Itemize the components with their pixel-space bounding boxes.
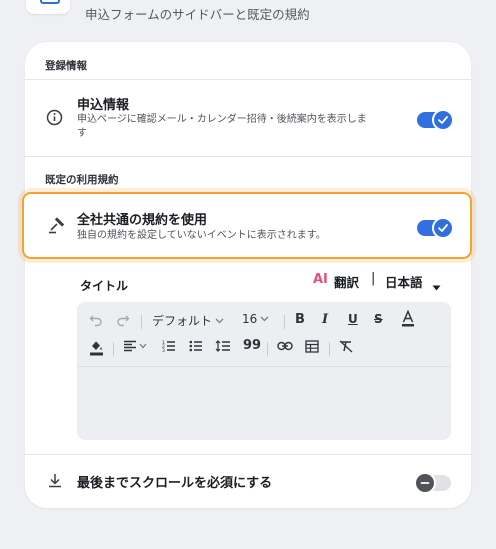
toolbar-separator: [113, 342, 114, 356]
font-size-select[interactable]: 16: [242, 312, 269, 326]
app-icon: [26, 0, 70, 14]
check-icon: [432, 217, 454, 239]
common-terms-title: 全社共通の規約を使用: [77, 213, 208, 228]
underline-icon[interactable]: U: [348, 312, 358, 326]
chevron-down-icon: [139, 343, 147, 349]
common-terms-description: 独自の規約を設定していないイベントに表示されます。: [77, 230, 326, 241]
scroll-required-title: 最後までスクロールを必須にする: [77, 476, 273, 491]
align-left-icon[interactable]: [123, 340, 147, 352]
scroll-required-toggle[interactable]: [414, 472, 451, 494]
toolbar-separator: [329, 342, 330, 356]
separator: |: [371, 271, 376, 286]
italic-icon[interactable]: I: [322, 312, 328, 327]
editor-content-area[interactable]: [77, 367, 451, 440]
translate-button[interactable]: 翻訳: [334, 272, 359, 291]
text-color-icon[interactable]: [401, 310, 415, 328]
chevron-down-icon: [215, 318, 224, 323]
toolbar-separator: [267, 342, 268, 356]
link-icon[interactable]: [277, 341, 293, 351]
table-icon[interactable]: [305, 340, 319, 353]
gavel-icon: [46, 216, 64, 234]
font-size-value: 16: [242, 312, 258, 326]
svg-text:3: 3: [162, 348, 165, 352]
divider: [25, 79, 471, 80]
redo-icon[interactable]: [116, 313, 130, 327]
toolbar-separator: [284, 315, 285, 329]
highlight-color-icon[interactable]: [89, 339, 104, 356]
language-select[interactable]: 日本語: [385, 272, 423, 291]
ordered-list-icon[interactable]: 123: [162, 340, 176, 352]
page-subtitle: 申込フォームのサイドバーと既定の規約: [85, 7, 310, 22]
check-icon: [432, 109, 454, 131]
rich-text-editor[interactable]: デフォルト 16 B I U S 123 99: [77, 302, 451, 440]
bold-icon[interactable]: B: [295, 312, 305, 327]
divider: [25, 156, 471, 157]
font-family-select[interactable]: デフォルト: [152, 312, 224, 329]
divider: [25, 454, 471, 455]
font-family-value: デフォルト: [152, 314, 213, 328]
ai-label: AI: [313, 272, 328, 287]
common-terms-row[interactable]: 全社共通の規約を使用 独自の規約を設定していないイベントに表示されます。: [22, 192, 472, 259]
section-label-terms: 既定の利用規約: [45, 174, 119, 186]
bullet-list-icon[interactable]: [189, 340, 203, 352]
application-info-description-1: 申込ページに確認メール・カレンダー招待・後続案内を表示しま: [77, 114, 367, 125]
toolbar-separator: [141, 315, 142, 329]
undo-icon[interactable]: [89, 313, 103, 327]
caret-down-icon: [432, 276, 441, 295]
line-height-icon[interactable]: [215, 340, 231, 352]
chevron-down-icon: [260, 316, 269, 322]
info-icon: [45, 108, 63, 126]
application-info-description-2: す: [77, 128, 87, 139]
common-terms-toggle[interactable]: [417, 217, 454, 239]
strikethrough-icon[interactable]: S: [374, 312, 383, 326]
minus-icon: [414, 472, 436, 494]
application-info-toggle[interactable]: [417, 109, 454, 131]
download-icon: [47, 472, 63, 488]
application-info-title: 申込情報: [77, 98, 130, 113]
section-label-registration: 登録情報: [45, 60, 87, 72]
clear-format-icon[interactable]: [339, 340, 353, 353]
quote-icon[interactable]: 99: [243, 338, 261, 353]
settings-card: 登録情報 申込情報 申込ページに確認メール・カレンダー招待・後続案内を表示しま …: [22, 42, 472, 508]
terms-title-label: タイトル: [80, 279, 129, 293]
